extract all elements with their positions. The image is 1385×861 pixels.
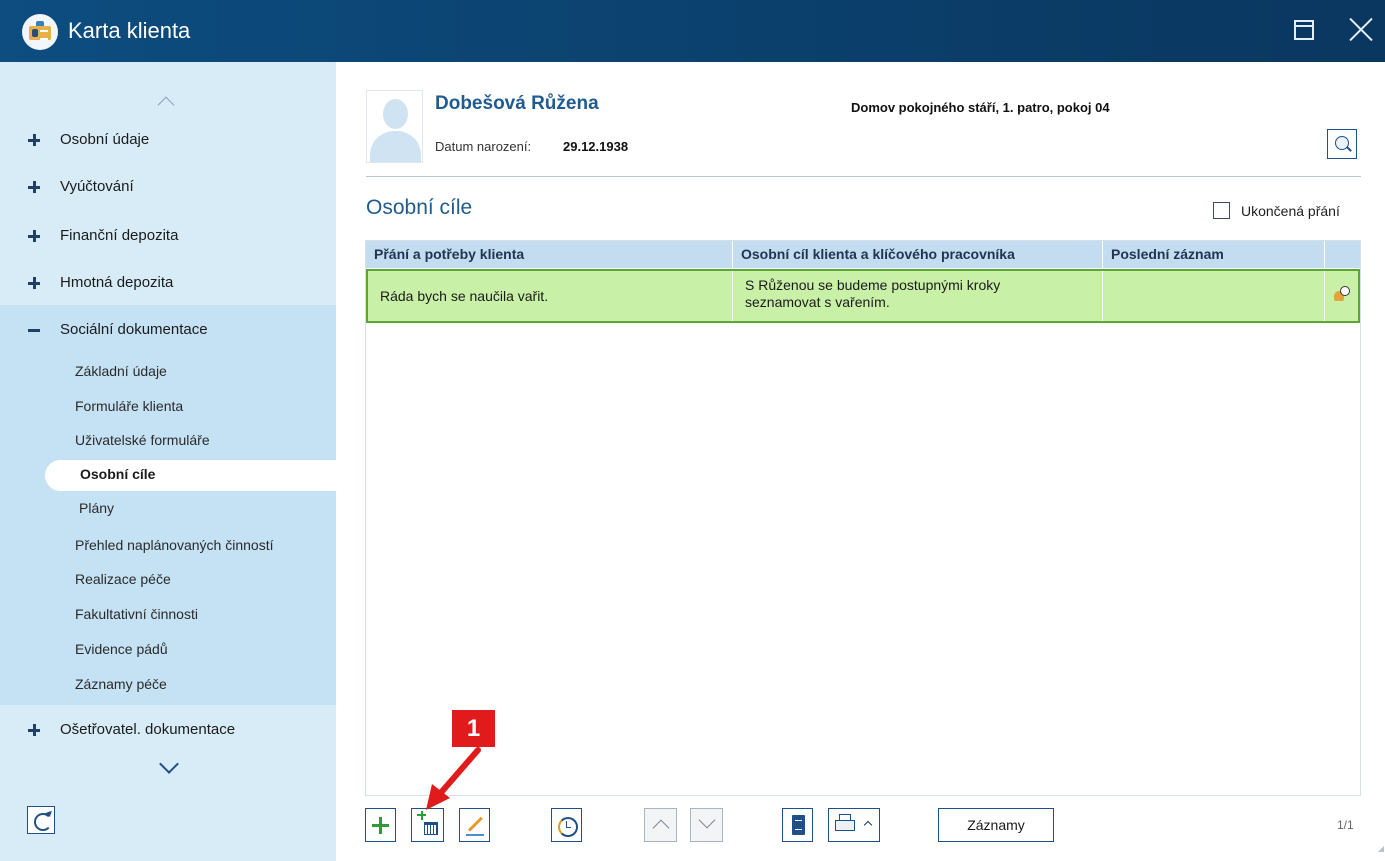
history-button[interactable] <box>551 808 582 842</box>
sidebar-scroll-up-icon[interactable] <box>157 96 177 108</box>
resize-grip[interactable] <box>1378 846 1384 852</box>
add-goal-button[interactable] <box>365 808 396 842</box>
expand-plus-icon <box>28 134 40 146</box>
cell-last-record <box>1103 271 1325 321</box>
pager: 1/1 <box>1337 818 1354 832</box>
ended-wishes-checkbox[interactable] <box>1213 202 1230 219</box>
sidebar-item-plans[interactable]: Plány <box>79 498 114 518</box>
sidebar-item-care-records[interactable]: Záznamy péče <box>75 674 167 694</box>
expand-plus-icon <box>28 277 40 289</box>
sidebar-item-falls-register[interactable]: Evidence pádů <box>75 639 168 659</box>
caret-up-icon <box>863 820 873 830</box>
header-divider <box>366 176 1361 177</box>
birth-date-value: 29.12.1938 <box>563 139 629 154</box>
sidebar-item-user-forms[interactable]: Uživatelské formuláře <box>75 430 210 450</box>
calendar-plus-icon <box>424 822 438 835</box>
column-header-goal[interactable]: Osobní cíl klienta a klíčového pracovník… <box>733 241 1103 268</box>
table-row[interactable]: Ráda bych se naučila vařit. S Růženou se… <box>366 269 1360 323</box>
collapse-minus-icon <box>28 324 40 336</box>
table-header: Přání a potřeby klienta Osobní cíl klien… <box>366 241 1360 268</box>
cell-goal: S Růženou se budeme postupnými kroky sez… <box>733 271 1103 321</box>
printer-icon <box>835 820 855 831</box>
records-button[interactable]: Záznamy <box>938 808 1054 842</box>
maximize-icon[interactable] <box>1294 20 1314 40</box>
move-up-button[interactable] <box>644 808 677 842</box>
sidebar-item-client-forms[interactable]: Formuláře klienta <box>75 396 183 416</box>
annotation-arrow <box>426 747 481 810</box>
expand-plus-icon <box>28 230 40 242</box>
ended-wishes-label[interactable]: Ukončená přání <box>1241 203 1340 219</box>
sidebar-scroll-down-icon[interactable] <box>158 760 182 774</box>
column-header-wishes[interactable]: Přání a potřeby klienta <box>366 241 733 268</box>
client-name: Dobešová Růžena <box>435 93 599 114</box>
person-silhouette-icon <box>383 99 408 129</box>
column-header-last-record[interactable]: Poslední záznam <box>1103 241 1325 268</box>
reminder-bell-clock-icon[interactable] <box>1332 285 1352 305</box>
client-location: Domov pokojného stáří, 1. patro, pokoj 0… <box>851 100 1110 115</box>
print-menu-button[interactable] <box>828 808 880 842</box>
section-title: Osobní cíle <box>366 196 473 219</box>
refresh-button[interactable] <box>27 806 55 834</box>
sidebar-subpanel-social-docs <box>0 305 336 705</box>
close-icon[interactable] <box>1346 14 1376 44</box>
cell-wish: Ráda bych se naučila vařit. <box>368 271 733 321</box>
sidebar-item-planned-activities[interactable]: Přehled naplánovaných činností <box>75 535 273 555</box>
personal-goals-table: Přání a potřeby klienta Osobní cíl klien… <box>365 240 1361 796</box>
sidebar-item-personal-goals[interactable]: Osobní cíle <box>45 460 336 491</box>
expand-plus-icon <box>28 181 40 193</box>
sidebar-item-basic-data[interactable]: Základní údaje <box>75 361 167 381</box>
search-client-button[interactable] <box>1327 129 1357 159</box>
add-planned-activity-button[interactable] <box>411 808 444 842</box>
window-title: Karta klienta <box>68 18 191 43</box>
sidebar-item-optional-activities[interactable]: Fakultativní činnosti <box>75 604 198 624</box>
avatar <box>366 90 423 163</box>
document-button[interactable] <box>782 808 813 842</box>
edit-button[interactable] <box>459 808 490 842</box>
sidebar-item-care-realization[interactable]: Realizace péče <box>75 569 171 589</box>
birth-date-label: Datum narození: <box>435 139 532 154</box>
client-card-app-icon <box>22 14 58 50</box>
move-down-button[interactable] <box>690 808 723 842</box>
expand-plus-icon <box>28 724 40 736</box>
title-bar: Karta klienta <box>0 0 1385 62</box>
